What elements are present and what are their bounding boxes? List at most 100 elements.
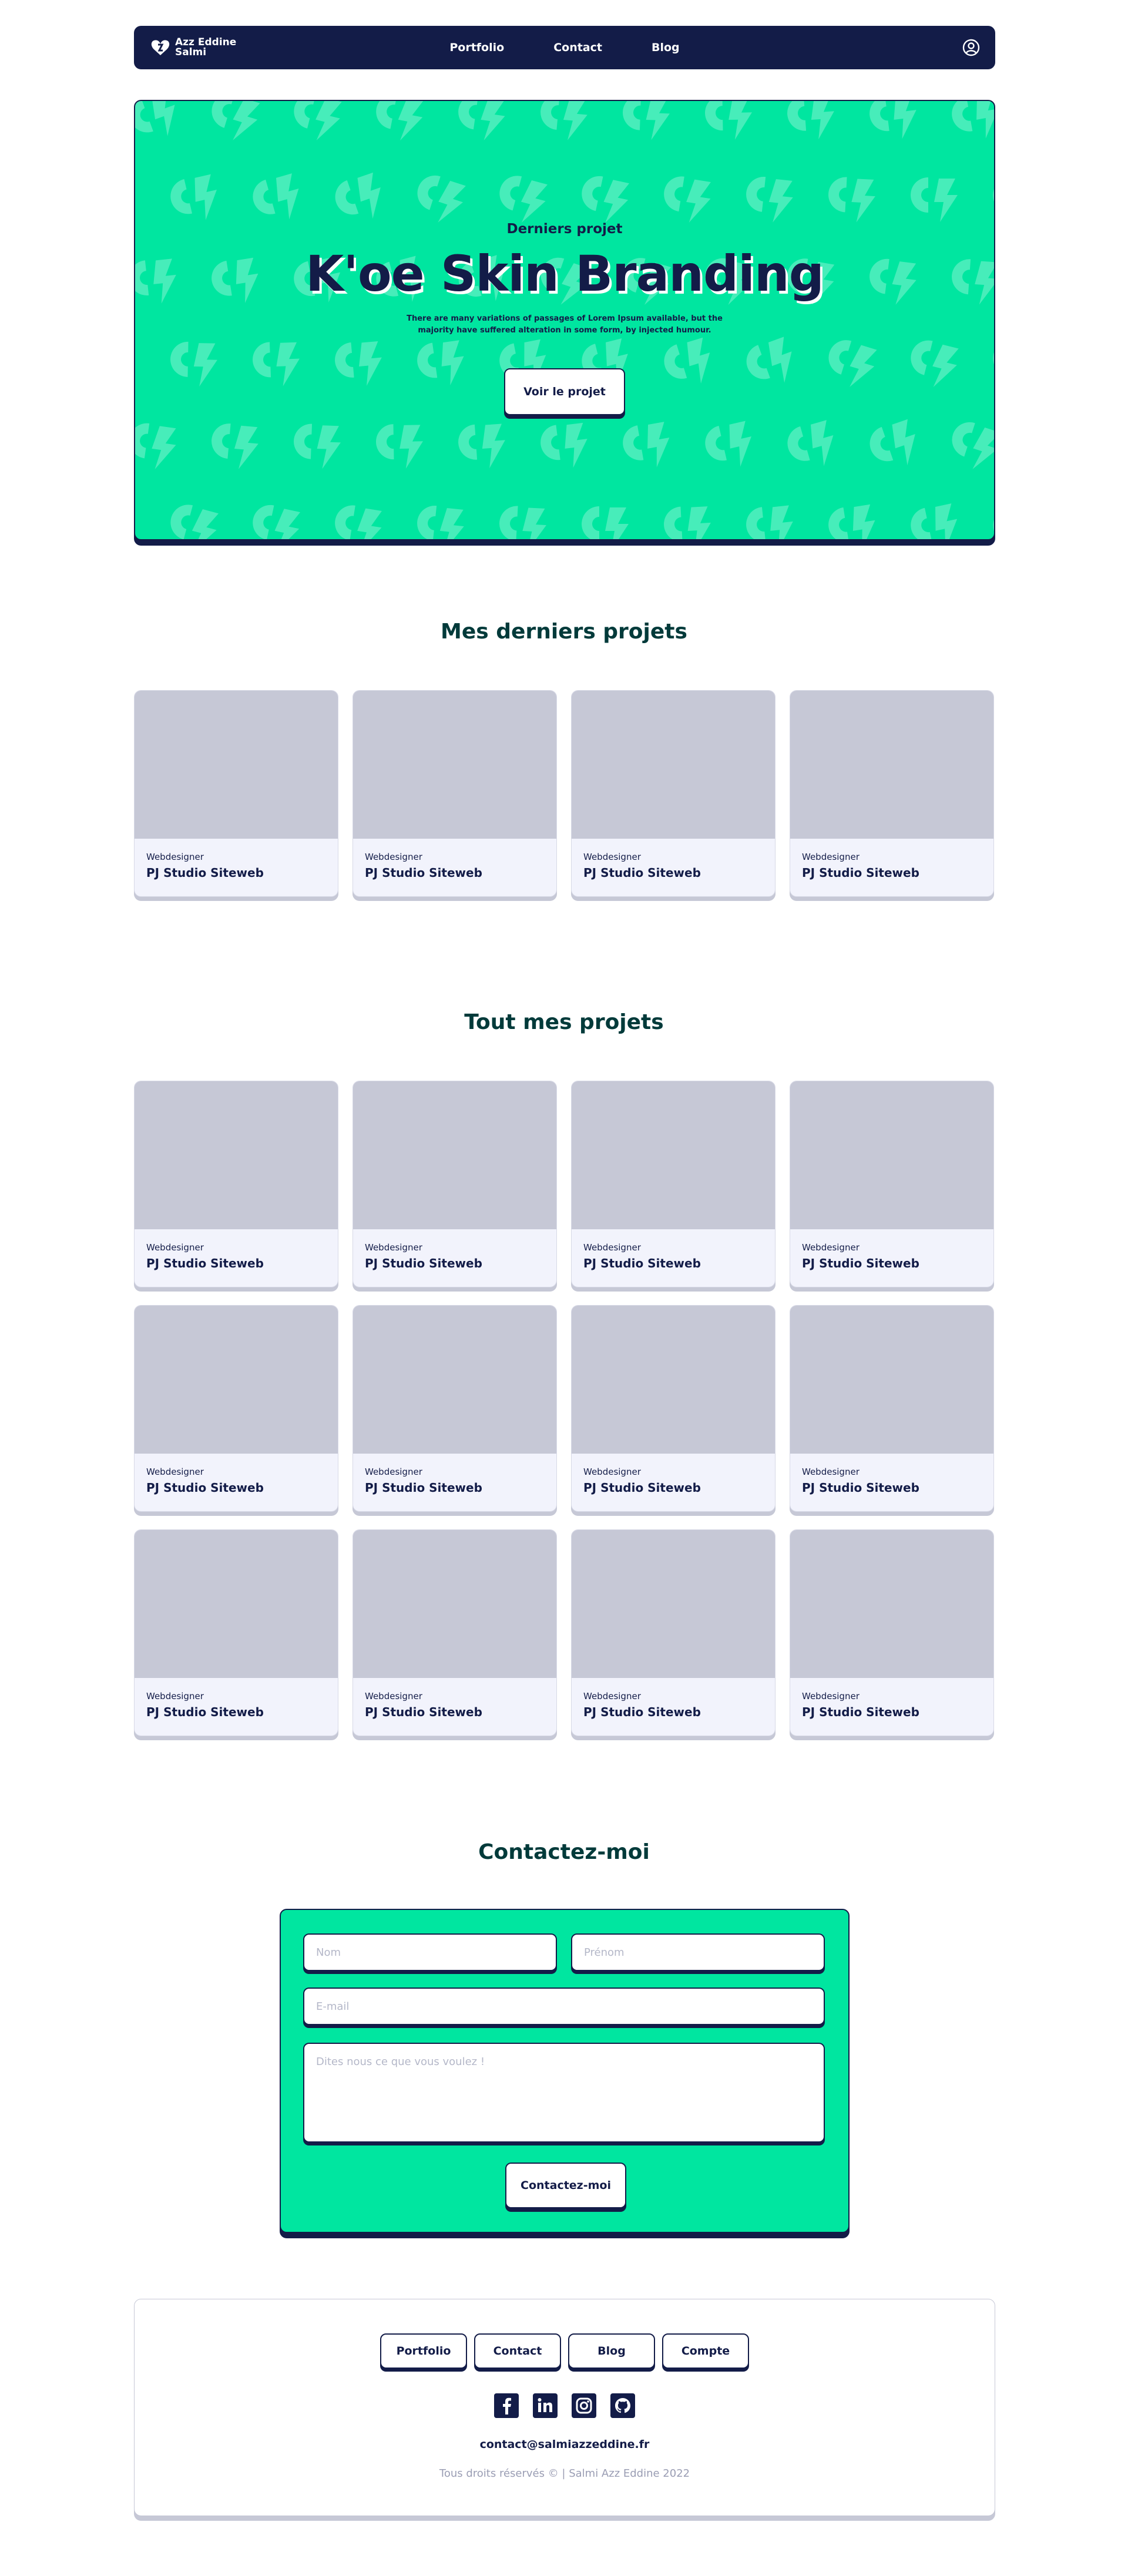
project-card-body: Webdesigner PJ Studio Siteweb bbox=[790, 1678, 993, 1719]
project-card[interactable]: Webdesigner PJ Studio Siteweb bbox=[571, 1081, 776, 1287]
footer-link-compte[interactable]: Compte bbox=[662, 2333, 749, 2369]
project-card[interactable]: Webdesigner PJ Studio Siteweb bbox=[134, 690, 338, 897]
project-title: PJ Studio Siteweb bbox=[802, 1481, 919, 1495]
pattern-logo-mark bbox=[540, 422, 588, 468]
pattern-logo-mark bbox=[623, 422, 670, 468]
prenom-input[interactable] bbox=[571, 1933, 825, 1971]
footer-email[interactable]: contact@salmiazzeddine.fr bbox=[135, 2438, 995, 2451]
project-card[interactable]: Webdesigner PJ Studio Siteweb bbox=[790, 1081, 994, 1287]
project-card-body: Webdesigner PJ Studio Siteweb bbox=[135, 1229, 338, 1270]
facebook-icon[interactable] bbox=[494, 2393, 519, 2418]
email-input[interactable] bbox=[303, 1988, 825, 2025]
footer-link-blog[interactable]: Blog bbox=[568, 2333, 655, 2369]
project-thumbnail bbox=[790, 1081, 993, 1229]
hero-content: Derniers projet K'oe Skin Branding There… bbox=[135, 221, 994, 415]
project-role: Webdesigner bbox=[365, 1242, 422, 1253]
footer-link-portfolio[interactable]: Portfolio bbox=[380, 2333, 467, 2369]
project-card[interactable]: Webdesigner PJ Studio Siteweb bbox=[790, 1529, 994, 1736]
project-card[interactable]: Webdesigner PJ Studio Siteweb bbox=[571, 1529, 776, 1736]
project-card[interactable]: Webdesigner PJ Studio Siteweb bbox=[134, 1305, 338, 1512]
project-role: Webdesigner bbox=[146, 1242, 204, 1253]
nom-input[interactable] bbox=[303, 1933, 557, 1971]
nav-link-portfolio[interactable]: Portfolio bbox=[449, 41, 504, 54]
project-title: PJ Studio Siteweb bbox=[146, 1481, 264, 1495]
contact-form: Contactez-moi bbox=[280, 1909, 850, 2233]
project-title: PJ Studio Siteweb bbox=[146, 1705, 264, 1719]
project-title: PJ Studio Siteweb bbox=[583, 1705, 701, 1719]
linkedin-icon[interactable] bbox=[533, 2393, 558, 2418]
project-card[interactable]: Webdesigner PJ Studio Siteweb bbox=[571, 690, 776, 897]
project-card[interactable]: Webdesigner PJ Studio Siteweb bbox=[352, 1305, 557, 1512]
project-card-body: Webdesigner PJ Studio Siteweb bbox=[135, 1678, 338, 1719]
pattern-logo-mark bbox=[458, 101, 505, 140]
footer-link-contact[interactable]: Contact bbox=[474, 2333, 561, 2369]
pattern-logo-mark bbox=[582, 176, 630, 223]
project-card[interactable]: Webdesigner PJ Studio Siteweb bbox=[134, 1081, 338, 1287]
project-thumbnail bbox=[572, 1306, 775, 1454]
project-card-body: Webdesigner PJ Studio Siteweb bbox=[572, 1678, 775, 1719]
pattern-logo-mark bbox=[870, 101, 916, 139]
project-thumbnail bbox=[353, 691, 556, 839]
nav-link-contact[interactable]: Contact bbox=[553, 41, 602, 54]
footer-links: Portfolio Contact Blog Compte bbox=[135, 2333, 995, 2369]
project-role: Webdesigner bbox=[365, 852, 422, 862]
project-card[interactable]: Webdesigner PJ Studio Siteweb bbox=[790, 690, 994, 897]
project-thumbnail bbox=[135, 1081, 338, 1229]
pattern-logo-mark bbox=[170, 174, 217, 220]
logo-text: Azz Eddine Salmi bbox=[175, 38, 240, 58]
project-role: Webdesigner bbox=[802, 1467, 860, 1477]
project-card-body: Webdesigner PJ Studio Siteweb bbox=[572, 1454, 775, 1495]
project-title: PJ Studio Siteweb bbox=[802, 866, 919, 880]
project-title: PJ Studio Siteweb bbox=[365, 1481, 482, 1495]
contact-title: Contactez-moi bbox=[478, 1840, 650, 1864]
project-card[interactable]: Webdesigner PJ Studio Siteweb bbox=[134, 1529, 338, 1736]
nav-link-blog[interactable]: Blog bbox=[652, 41, 680, 54]
logo[interactable]: Azz Eddine Salmi bbox=[150, 38, 240, 58]
pattern-logo-mark bbox=[376, 101, 424, 141]
project-title: PJ Studio Siteweb bbox=[583, 866, 701, 880]
pattern-logo-mark bbox=[294, 101, 342, 141]
project-thumbnail bbox=[572, 1530, 775, 1678]
hero-description: There are many variations of passages of… bbox=[407, 314, 723, 335]
project-card[interactable]: Webdesigner PJ Studio Siteweb bbox=[571, 1305, 776, 1512]
pattern-logo-mark bbox=[582, 506, 629, 539]
project-title: PJ Studio Siteweb bbox=[365, 866, 482, 880]
project-title: PJ Studio Siteweb bbox=[365, 1256, 482, 1270]
pattern-logo-mark bbox=[870, 419, 915, 466]
pattern-logo-mark bbox=[417, 505, 464, 539]
project-thumbnail bbox=[135, 1306, 338, 1454]
pattern-logo-mark bbox=[253, 173, 299, 220]
user-circle-icon[interactable] bbox=[962, 39, 980, 56]
project-card-body: Webdesigner PJ Studio Siteweb bbox=[353, 1678, 556, 1719]
footer: Portfolio Contact Blog Compte contact@sa… bbox=[134, 2299, 995, 2516]
project-title: PJ Studio Siteweb bbox=[146, 866, 264, 880]
project-role: Webdesigner bbox=[146, 852, 204, 862]
message-textarea[interactable] bbox=[303, 2043, 825, 2143]
social-links bbox=[135, 2393, 995, 2418]
project-card-body: Webdesigner PJ Studio Siteweb bbox=[790, 1454, 993, 1495]
pattern-logo-mark bbox=[294, 423, 341, 469]
pattern-logo-mark bbox=[952, 422, 994, 469]
project-title: PJ Studio Siteweb bbox=[146, 1256, 264, 1270]
contact-submit-button[interactable]: Contactez-moi bbox=[505, 2163, 626, 2208]
hero-title: K'oe Skin Branding bbox=[306, 245, 824, 302]
project-thumbnail bbox=[572, 691, 775, 839]
project-card[interactable]: Webdesigner PJ Studio Siteweb bbox=[352, 1081, 557, 1287]
view-project-button[interactable]: Voir le projet bbox=[504, 368, 625, 415]
project-role: Webdesigner bbox=[146, 1691, 204, 1701]
project-title: PJ Studio Siteweb bbox=[365, 1705, 482, 1719]
project-card[interactable]: Webdesigner PJ Studio Siteweb bbox=[352, 1529, 557, 1736]
github-icon[interactable] bbox=[610, 2393, 635, 2418]
project-title: PJ Studio Siteweb bbox=[583, 1481, 701, 1495]
pattern-logo-mark bbox=[135, 101, 175, 136]
project-card-body: Webdesigner PJ Studio Siteweb bbox=[790, 1229, 993, 1270]
project-card-body: Webdesigner PJ Studio Siteweb bbox=[572, 1229, 775, 1270]
project-card[interactable]: Webdesigner PJ Studio Siteweb bbox=[790, 1305, 994, 1512]
project-thumbnail bbox=[353, 1306, 556, 1454]
project-thumbnail bbox=[353, 1530, 556, 1678]
project-card[interactable]: Webdesigner PJ Studio Siteweb bbox=[352, 690, 557, 897]
pattern-logo-mark bbox=[623, 101, 670, 140]
instagram-icon[interactable] bbox=[572, 2393, 596, 2418]
project-role: Webdesigner bbox=[802, 1691, 860, 1701]
project-role: Webdesigner bbox=[583, 1467, 641, 1477]
